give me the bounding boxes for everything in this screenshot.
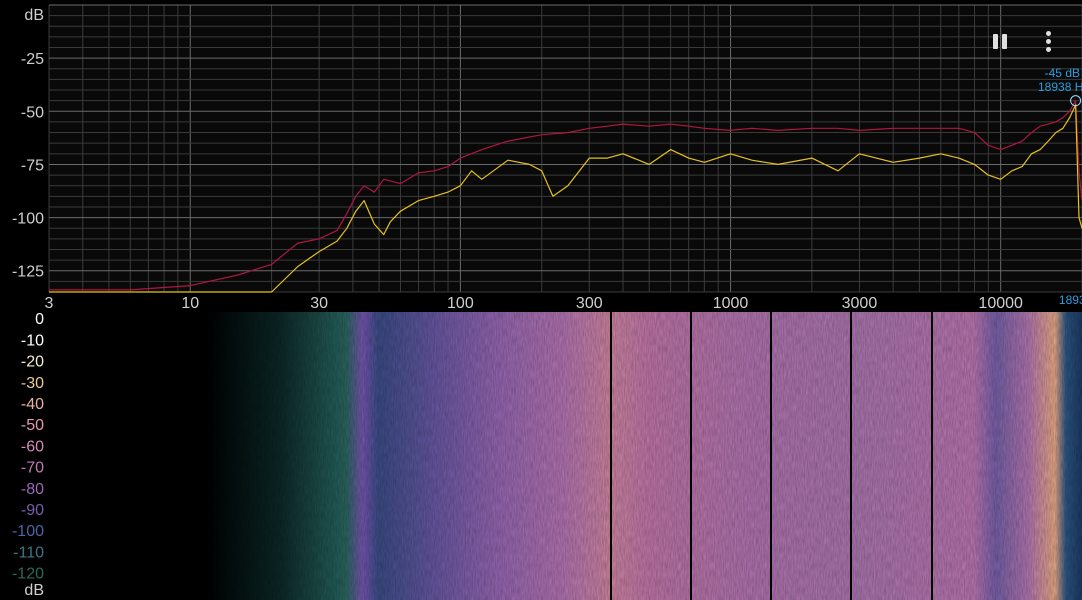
- x-tick-label: 1000: [713, 295, 749, 312]
- spectrogram-texture: [0, 312, 1082, 600]
- y-tick-label: -125: [12, 264, 44, 281]
- x-tick-label: 10: [181, 295, 199, 312]
- y-axis-unit: dB: [24, 7, 44, 24]
- db-scale-label: -80: [21, 481, 44, 498]
- x-tick-label: 3000: [842, 295, 878, 312]
- more-vertical-icon: [1045, 29, 1051, 53]
- spectrum-analyzer-app: dB -25 -50 -75 -100 -125 3 10 30 100 300 1000 3000 1…: [0, 0, 1082, 600]
- x-tick-label: 100: [447, 295, 474, 312]
- spectrogram[interactable]: 0 -10 -20 -30 -40 -50 -60 -70 -80 -90 -100 -110 -120…: [0, 311, 1082, 600]
- db-scale-label: -90: [21, 502, 44, 519]
- spectrum-plot[interactable]: dB -25 -50 -75 -100 -125 3 10 30 100 300 1000 3000 1…: [0, 0, 1082, 312]
- pause-button[interactable]: [985, 26, 1015, 56]
- db-scale-label: -30: [21, 375, 44, 392]
- peak-hz-label: 18938 Hz: [1038, 80, 1082, 94]
- db-scale-unit: dB: [24, 582, 44, 599]
- y-tick-label: -100: [12, 211, 44, 228]
- pause-icon: [991, 33, 1009, 49]
- db-scale-label: 0: [35, 312, 44, 328]
- db-scale-label: -120: [12, 566, 44, 583]
- y-tick-label: -75: [21, 157, 44, 174]
- overflow-menu-button[interactable]: [1033, 26, 1063, 56]
- db-scale-label: -60: [21, 438, 44, 455]
- db-scale-label: -20: [21, 354, 44, 371]
- x-tick-label: 30: [310, 295, 328, 312]
- y-tick-label: -50: [21, 104, 44, 121]
- plot-area: [49, 5, 1082, 292]
- db-scale-label: -10: [21, 332, 44, 349]
- x-tick-label: 300: [576, 295, 603, 312]
- x-tick-label: 10000: [978, 295, 1023, 312]
- x-tick-label: 3: [45, 295, 54, 312]
- db-scale-label: -40: [21, 396, 44, 413]
- db-scale-label: -50: [21, 417, 44, 434]
- db-scale-label: -70: [21, 460, 44, 477]
- peak-db-label: -45 dB: [1045, 66, 1080, 80]
- spectrogram-canvas: 0 -10 -20 -30 -40 -50 -60 -70 -80 -90 -100 -110 -120…: [0, 311, 1082, 600]
- db-scale-label: -100: [12, 523, 44, 540]
- y-tick-label: -25: [21, 51, 44, 68]
- peak-axis-label: 18938: [1059, 293, 1082, 307]
- db-scale-label: -110: [13, 544, 44, 561]
